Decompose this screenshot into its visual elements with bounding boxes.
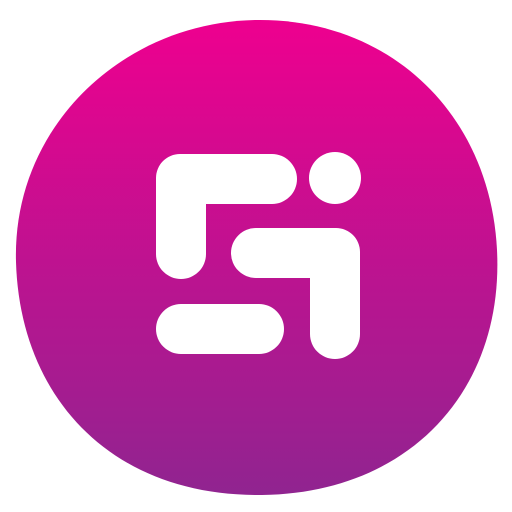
glyph-bar-bottom xyxy=(156,304,284,354)
app-logo-icon[interactable] xyxy=(0,0,512,512)
logo-glyph xyxy=(156,152,361,359)
icon-canvas xyxy=(0,0,512,512)
glyph-dot-top-right xyxy=(309,152,361,204)
